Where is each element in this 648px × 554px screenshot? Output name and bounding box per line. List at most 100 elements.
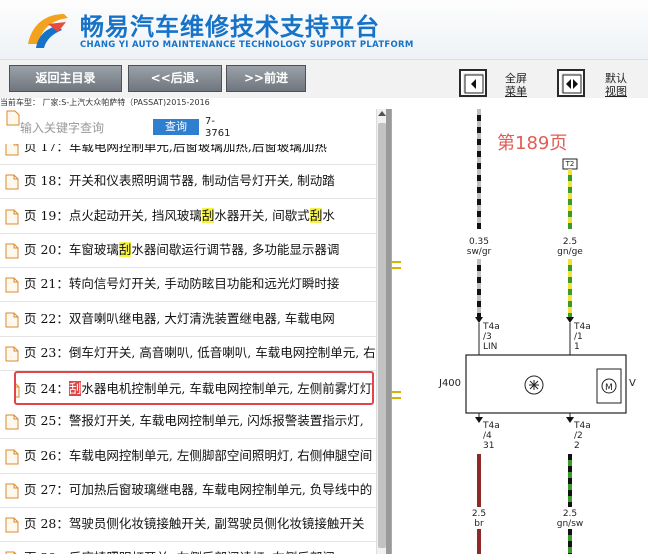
split-view-icon <box>562 74 582 94</box>
toc-text-part: 警报灯开关, 车载电网控制单元, 闪烁报警装置指示灯, <box>68 413 364 428</box>
component-label: J400 <box>439 378 462 389</box>
forward-button[interactable]: >>前进 <box>226 65 306 92</box>
toc-row[interactable]: 页 18：开关和仪表照明调节器, 制动信号灯开关, 制动踏 <box>0 165 376 199</box>
current-model: 当前车型： 厂家:S-上汽大众帕萨特（PASSAT)2015-2016 <box>0 98 210 107</box>
pin-left-top-name: LIN <box>483 342 498 352</box>
highlight-keyword: 刮 <box>118 242 132 257</box>
app-header: 畅易汽车维修技术支持平台 CHANG YI AUTO MAINTENANCE T… <box>0 0 648 60</box>
toc-text-part: 双音喇叭继电器, 大灯清洗装置继电器, 车载电网 <box>68 311 335 326</box>
highlight-keyword: 刮 <box>68 381 82 396</box>
toc-text-part: 转向信号灯开关, 手动防眩目功能和远光灯瞬时接 <box>68 276 340 291</box>
fullscreen-menu-button[interactable] <box>459 69 487 97</box>
default-view-button[interactable] <box>557 69 585 97</box>
document-icon <box>5 346 19 362</box>
toc-text-part: 车载电网控制单元, 左侧脚部空间照明灯, 右侧伸腿空间 <box>68 448 373 463</box>
pin-right-top-label: T4a /1 1 <box>574 322 591 352</box>
toc-text-part: 驾驶员侧化妆镜接触开关, 副驾驶员侧化妆镜接触开关 <box>68 516 365 531</box>
page-label: 第189页 <box>497 133 568 154</box>
scroll-thumb[interactable] <box>378 123 386 548</box>
pin-right-top-name: 1 <box>574 342 580 352</box>
collapse-left-icon <box>464 74 484 94</box>
toc-text-part: 页 26： <box>24 448 69 463</box>
highlight-keyword: 刮 <box>201 208 215 223</box>
wire-right-top-label: 2.5 gn/ge <box>552 237 588 257</box>
search-button[interactable]: 查询 <box>153 119 199 135</box>
motor-label: V <box>629 378 636 389</box>
toc-row-text: 页 20：车窗玻璃刮水器间歇运行调节器, 多功能显示器调 <box>24 242 339 258</box>
search-range-end: 3761 <box>205 128 231 139</box>
default-label-line1: 默认 <box>605 72 627 85</box>
wire-left-top-color: sw/gr <box>466 247 492 257</box>
document-icon <box>5 174 19 190</box>
document-icon <box>5 449 19 465</box>
fullscreen-menu-label: 全屏 菜单 <box>505 72 527 98</box>
wire-left-top-label: 0.35 sw/gr <box>461 237 497 257</box>
wire-left-bottom-size: 2.5 <box>471 509 487 519</box>
wire-left-bottom-label: 2.5 br <box>461 509 497 529</box>
app-subtitle: CHANG YI AUTO MAINTENANCE TECHNOLOGY SUP… <box>80 40 414 50</box>
toc-text-part: 水 <box>322 208 335 223</box>
toc-text-part: 页 27： <box>24 482 69 497</box>
wire-left-top-size: 0.35 <box>468 237 490 247</box>
scroll-up-arrow-icon[interactable] <box>378 111 386 116</box>
toc-text-part: 水器开关, 间歇式 <box>214 208 310 223</box>
document-icon <box>5 517 19 533</box>
toc-text-part: 车窗玻璃 <box>68 242 119 257</box>
home-button[interactable]: 返回主目录 <box>9 65 122 92</box>
pin-left-bottom-conn: T4a <box>483 421 500 431</box>
toc-row-text: 页 27：可加热后窗玻璃继电器, 车载电网控制单元, 负导线中的 <box>24 482 372 498</box>
toc-text-part: 水器间歇运行调节器, 多功能显示器调 <box>131 242 340 257</box>
back-button[interactable]: <<后退. <box>128 65 222 92</box>
highlight-keyword: 刮 <box>309 208 323 223</box>
document-icon <box>16 383 20 398</box>
document-icon <box>5 277 19 293</box>
toc-text-part: 页 20： <box>24 242 69 257</box>
toc-row-text: 页 25：警报灯开关, 车载电网控制单元, 闪烁报警装置指示灯, <box>24 413 364 429</box>
toc-row[interactable]: 页 20：车窗玻璃刮水器间歇运行调节器, 多功能显示器调 <box>0 234 376 268</box>
toc-text-part: 开关和仪表照明调节器, 制动信号灯开关, 制动踏 <box>68 173 335 188</box>
pin-left-top-label: T4a /3 LIN <box>483 322 500 352</box>
toc-row-text: 页 29：后座椅照明灯开关, 左侧后部阅读灯, 右侧后部阅 <box>24 550 335 554</box>
toc-text-part: 页 23： <box>24 345 69 360</box>
toc-row[interactable]: 页 27：可加热后窗玻璃继电器, 车载电网控制单元, 负导线中的 <box>0 474 376 508</box>
toc-text-part: 后座椅照明灯开关, 左侧后部阅读灯, 右侧后部阅 <box>69 550 335 554</box>
pin-right-bottom-label: T4a /2 2 <box>574 421 591 451</box>
pin-right-bottom-name: 2 <box>574 441 580 451</box>
search-bar: 输入关键字查询 查询 7- 3761 <box>0 109 376 144</box>
document-icon <box>5 312 19 328</box>
toc-row-text: 页 24：刮水器电机控制单元, 车载电网控制单元, 左侧前雾灯灯 <box>24 381 372 397</box>
toc-row[interactable]: 页 19：点火起动开关, 挡风玻璃刮水器开关, 间歇式刮水 <box>0 200 376 234</box>
wire-right-top-color: gn/ge <box>557 247 583 257</box>
scrollbar[interactable] <box>376 109 386 554</box>
toc-row[interactable]: 页 24：刮水器电机控制单元, 车载电网控制单元, 左侧前雾灯灯 <box>14 371 374 405</box>
pin-left-top-conn: T4a <box>483 322 500 332</box>
toc-row[interactable]: 页 22：双音喇叭继电器, 大灯清洗装置继电器, 车载电网 <box>0 303 376 337</box>
wire-right-top-size: 2.5 <box>562 237 578 247</box>
fullscreen-label-line1: 全屏 <box>505 72 527 85</box>
document-icon <box>6 110 20 126</box>
toc-text-part: 页 24： <box>24 381 69 396</box>
document-icon <box>5 414 19 430</box>
toc-row[interactable]: 页 29：后座椅照明灯开关, 左侧后部阅读灯, 右侧后部阅 <box>0 542 376 554</box>
toc-row[interactable]: 页 25：警报灯开关, 车载电网控制单元, 闪烁报警装置指示灯, <box>0 405 376 439</box>
wire-right-bottom-size: 2.5 <box>562 509 578 519</box>
toc-row[interactable]: 页 23：倒车灯开关, 高音喇叭, 低音喇叭, 车载电网控制单元, 右 <box>0 337 376 371</box>
toc-row-text: 页 19：点火起动开关, 挡风玻璃刮水器开关, 间歇式刮水 <box>24 208 335 224</box>
pin-right-top-pin: /1 <box>574 332 583 342</box>
toc-row[interactable]: 页 28：驾驶员侧化妆镜接触开关, 副驾驶员侧化妆镜接触开关 <box>0 508 376 542</box>
pin-right-bottom-conn: T4a <box>574 421 591 431</box>
toc-row[interactable]: 页 26：车载电网控制单元, 左侧脚部空间照明灯, 右侧伸腿空间 <box>0 440 376 474</box>
wire-left-bottom-color: br <box>474 519 484 529</box>
search-input[interactable]: 输入关键字查询 <box>20 119 104 136</box>
toc-text-part: 水器电机控制单元, 车载电网控制单元, 左侧前雾灯灯 <box>81 381 373 396</box>
logo-icon <box>28 14 68 48</box>
pin-right-top-conn: T4a <box>574 322 591 332</box>
search-range: 7- 3761 <box>205 116 230 140</box>
toc-text-part: 页 21： <box>24 276 69 291</box>
wiring-diagram-canvas: M <box>391 109 627 554</box>
svg-text:M: M <box>605 383 613 393</box>
wire-right-bottom-label: 2.5 gn/sw <box>552 509 588 529</box>
toc-row[interactable]: 页 21：转向信号灯开关, 手动防眩目功能和远光灯瞬时接 <box>0 268 376 302</box>
toc-text-part: 页 19： <box>24 208 69 223</box>
app-title: 畅易汽车维修技术支持平台 <box>80 13 380 41</box>
